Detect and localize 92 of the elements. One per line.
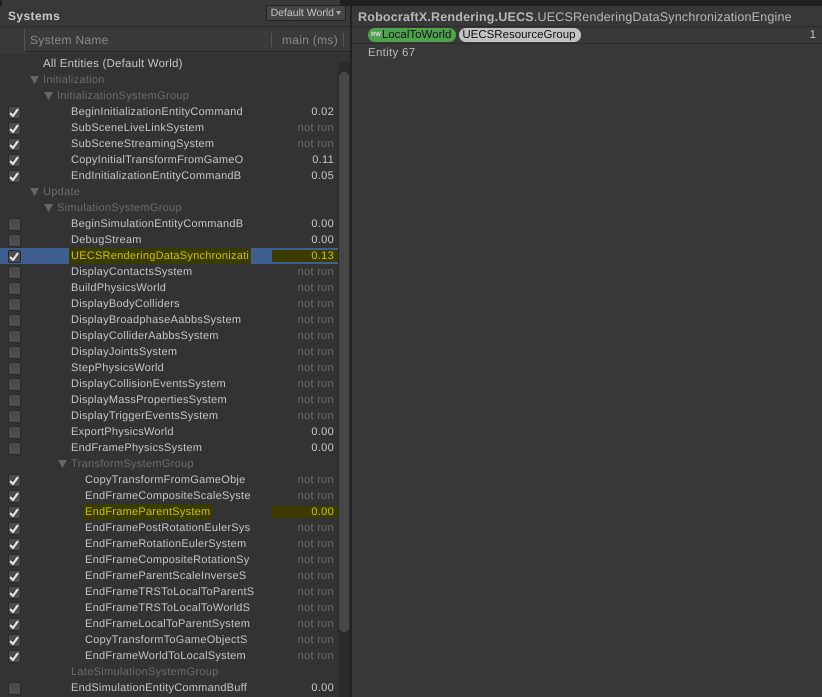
system-name[interactable]: DisplayContactsSystem: [71, 266, 192, 278]
expand-arrow-icon[interactable]: [58, 460, 67, 468]
system-name[interactable]: EndFrameTRSToLocalToParentS: [85, 586, 254, 598]
system-name[interactable]: EndFrameCompositeScaleSyste: [85, 490, 251, 502]
checkbox[interactable]: [8, 410, 20, 422]
time-value: 0.00: [310, 234, 335, 246]
checkbox[interactable]: [8, 250, 20, 262]
checkbox[interactable]: [8, 682, 20, 694]
checkbox[interactable]: [8, 442, 20, 454]
system-name[interactable]: SubSceneStreamingSystem: [71, 138, 214, 150]
checkbox[interactable]: [8, 154, 20, 166]
time-value: 0.00: [310, 682, 335, 694]
entity-count: 1: [810, 29, 816, 41]
time-value: 0.02: [310, 106, 335, 118]
expand-arrow-icon[interactable]: [30, 76, 39, 84]
system-name[interactable]: EndFrameRotationEulerSystem: [85, 538, 246, 550]
checkbox[interactable]: [8, 506, 20, 518]
checkbox[interactable]: [8, 138, 20, 150]
system-name[interactable]: EndFrameCompositeRotationSy: [85, 554, 250, 566]
system-name[interactable]: CopyTransformToGameObjectS: [85, 634, 248, 646]
system-name[interactable]: EndFrameLocalToParentSystem: [85, 618, 250, 630]
checkbox[interactable]: [8, 650, 20, 662]
checkbox[interactable]: [8, 490, 20, 502]
component-tag: UECSResourceGroup: [459, 28, 580, 42]
system-name[interactable]: DisplayJointsSystem: [71, 346, 178, 358]
system-name[interactable]: DisplayCollisionEventsSystem: [71, 378, 226, 390]
time-value: 0.11: [311, 154, 335, 166]
system-name[interactable]: UECSRenderingDataSynchronizati: [71, 250, 250, 262]
scrollbar-thumb[interactable]: [339, 72, 349, 632]
system-name[interactable]: DisplayBroadphaseAabbsSystem: [71, 314, 242, 326]
system-name[interactable]: DisplayColliderAabbsSystem: [71, 330, 219, 342]
checkbox[interactable]: [8, 618, 20, 630]
time-value: 0.05: [310, 170, 335, 182]
system-name[interactable]: ExportPhysicsWorld: [71, 426, 174, 438]
world-dropdown[interactable]: Default World: [266, 5, 346, 21]
checkbox[interactable]: [8, 218, 20, 230]
system-name[interactable]: CopyTransformFromGameObje: [85, 474, 246, 486]
checkbox[interactable]: [8, 554, 20, 566]
time-value: 0.00: [310, 218, 335, 230]
system-name[interactable]: EndInitializationEntityCommandB: [71, 170, 242, 182]
system-name[interactable]: EndFrameParentScaleInverseS: [85, 570, 246, 582]
system-name[interactable]: CopyInitialTransformFromGameO: [71, 154, 244, 166]
system-name[interactable]: DisplayMassPropertiesSystem: [71, 394, 227, 406]
checkbox[interactable]: [8, 362, 20, 374]
checkbox[interactable]: [8, 586, 20, 598]
time-value: 0.00: [310, 426, 335, 438]
checkbox[interactable]: [8, 170, 20, 182]
system-name[interactable]: EndFrameWorldToLocalSystem: [85, 650, 246, 662]
system-name[interactable]: BuildPhysicsWorld: [71, 282, 166, 294]
checkbox[interactable]: [8, 570, 20, 582]
system-name[interactable]: SubSceneLiveLinkSystem: [71, 122, 204, 134]
world-entities-label[interactable]: All Entities (Default World): [43, 58, 183, 70]
panel-title: Systems: [8, 9, 60, 23]
checkbox[interactable]: [8, 234, 20, 246]
checkbox[interactable]: [8, 378, 20, 390]
system-name[interactable]: BeginSimulationEntityCommandB: [71, 218, 244, 230]
system-name[interactable]: EndFramePhysicsSystem: [71, 442, 202, 454]
checkbox[interactable]: [8, 298, 20, 310]
system-name[interactable]: StepPhysicsWorld: [71, 362, 164, 374]
checkbox[interactable]: [8, 330, 20, 342]
time-value: 0.00: [310, 442, 335, 454]
selected-row[interactable]: UECSRenderingDataSynchronizati 0.13: [0, 248, 338, 264]
expand-arrow-icon[interactable]: [44, 204, 53, 212]
expand-arrow-icon[interactable]: [44, 92, 53, 100]
checkbox[interactable]: [8, 634, 20, 646]
checkbox[interactable]: [8, 426, 20, 438]
system-name[interactable]: DisplayTriggerEventsSystem: [71, 410, 218, 422]
checkbox[interactable]: [8, 394, 20, 406]
scrollbar[interactable]: [338, 62, 350, 697]
system-name[interactable]: DisplayBodyColliders: [71, 298, 180, 310]
checkbox[interactable]: [8, 282, 20, 294]
caret-icon: [336, 11, 341, 15]
system-name[interactable]: EndFrameTRSToLocalToWorldS: [85, 602, 250, 614]
checkbox[interactable]: [8, 538, 20, 550]
expand-arrow-icon[interactable]: [30, 188, 39, 196]
time-value: 0.00: [272, 506, 338, 518]
checkbox[interactable]: [8, 314, 20, 326]
time-value: 0.13: [272, 250, 338, 262]
system-title: RobocraftX.Rendering.UECS.UECSRenderingDataSynchronizationEngine: [352, 6, 822, 27]
checkbox[interactable]: [8, 522, 20, 534]
checkbox[interactable]: [8, 474, 20, 486]
system-name[interactable]: EndFramePostRotationEulerSys: [85, 522, 250, 534]
checkbox[interactable]: [8, 602, 20, 614]
checkbox[interactable]: [8, 266, 20, 278]
checkbox[interactable]: [8, 106, 20, 118]
checkbox[interactable]: [8, 346, 20, 358]
system-name[interactable]: DebugStream: [71, 234, 142, 246]
entity-item[interactable]: Entity 67: [352, 44, 432, 62]
checkbox[interactable]: [8, 122, 20, 134]
system-name[interactable]: EndFrameParentSystem: [85, 506, 210, 518]
system-name[interactable]: EndSimulationEntityCommandBuff: [71, 682, 248, 694]
system-name[interactable]: BeginInitializationEntityCommand: [71, 106, 243, 118]
